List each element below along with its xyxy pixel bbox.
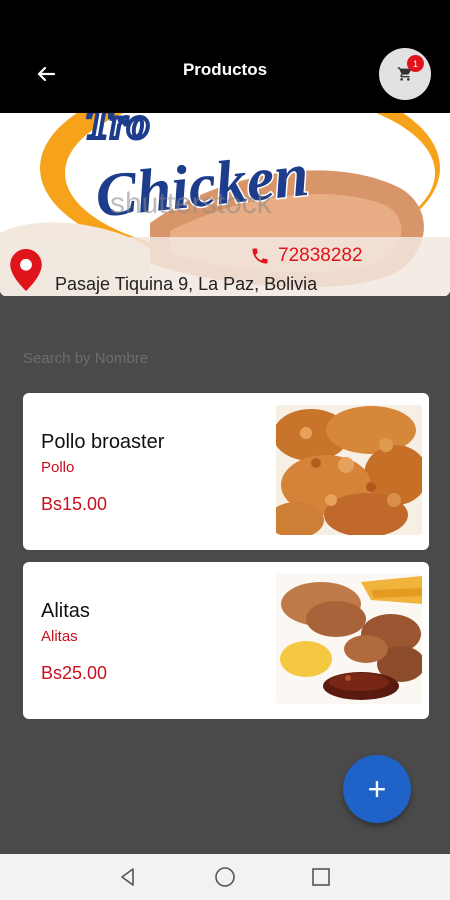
product-category: Pollo xyxy=(41,459,75,476)
nav-back-icon xyxy=(121,868,134,886)
nav-back-button[interactable] xyxy=(116,865,140,889)
phone-number: 72838282 xyxy=(278,245,363,266)
add-product-button[interactable]: + xyxy=(343,755,411,823)
location-pin-icon xyxy=(10,249,42,296)
system-nav-bar xyxy=(0,854,450,900)
product-name: Pollo broaster xyxy=(41,431,165,453)
nav-home-icon xyxy=(215,867,235,887)
phone-row[interactable]: 72838282 xyxy=(250,245,363,267)
cart-count-badge: 1 xyxy=(407,55,424,72)
store-banner: Tro Chicken shutterstock 72838282 Pasaje… xyxy=(0,113,450,296)
product-price: Bs25.00 xyxy=(41,663,108,683)
product-price: Bs15.00 xyxy=(41,494,108,514)
store-logo-banner: Tro Chicken shutterstock xyxy=(0,113,450,296)
search-input[interactable] xyxy=(23,340,427,376)
product-category: Alitas xyxy=(41,628,78,645)
app-bar: Productos 1 xyxy=(0,0,450,113)
svg-text:Tro: Tro xyxy=(85,113,149,148)
product-image-fried-chicken xyxy=(276,405,422,535)
phone-icon xyxy=(252,248,268,264)
product-image-wings xyxy=(276,574,422,704)
product-card-pollo-broaster[interactable]: Pollo broaster Pollo Bs15.00 xyxy=(23,393,429,550)
product-card-alitas[interactable]: Alitas Alitas Bs25.00 xyxy=(23,562,429,719)
nav-recents-button[interactable] xyxy=(309,865,333,889)
nav-home-button[interactable] xyxy=(213,865,237,889)
watermark: shutterstock xyxy=(110,187,273,220)
store-address: Pasaje Tiquina 9, La Paz, Bolivia xyxy=(55,274,318,294)
cart-button[interactable]: 1 xyxy=(379,48,431,100)
nav-recents-icon xyxy=(312,868,330,886)
product-name: Alitas xyxy=(41,600,90,622)
